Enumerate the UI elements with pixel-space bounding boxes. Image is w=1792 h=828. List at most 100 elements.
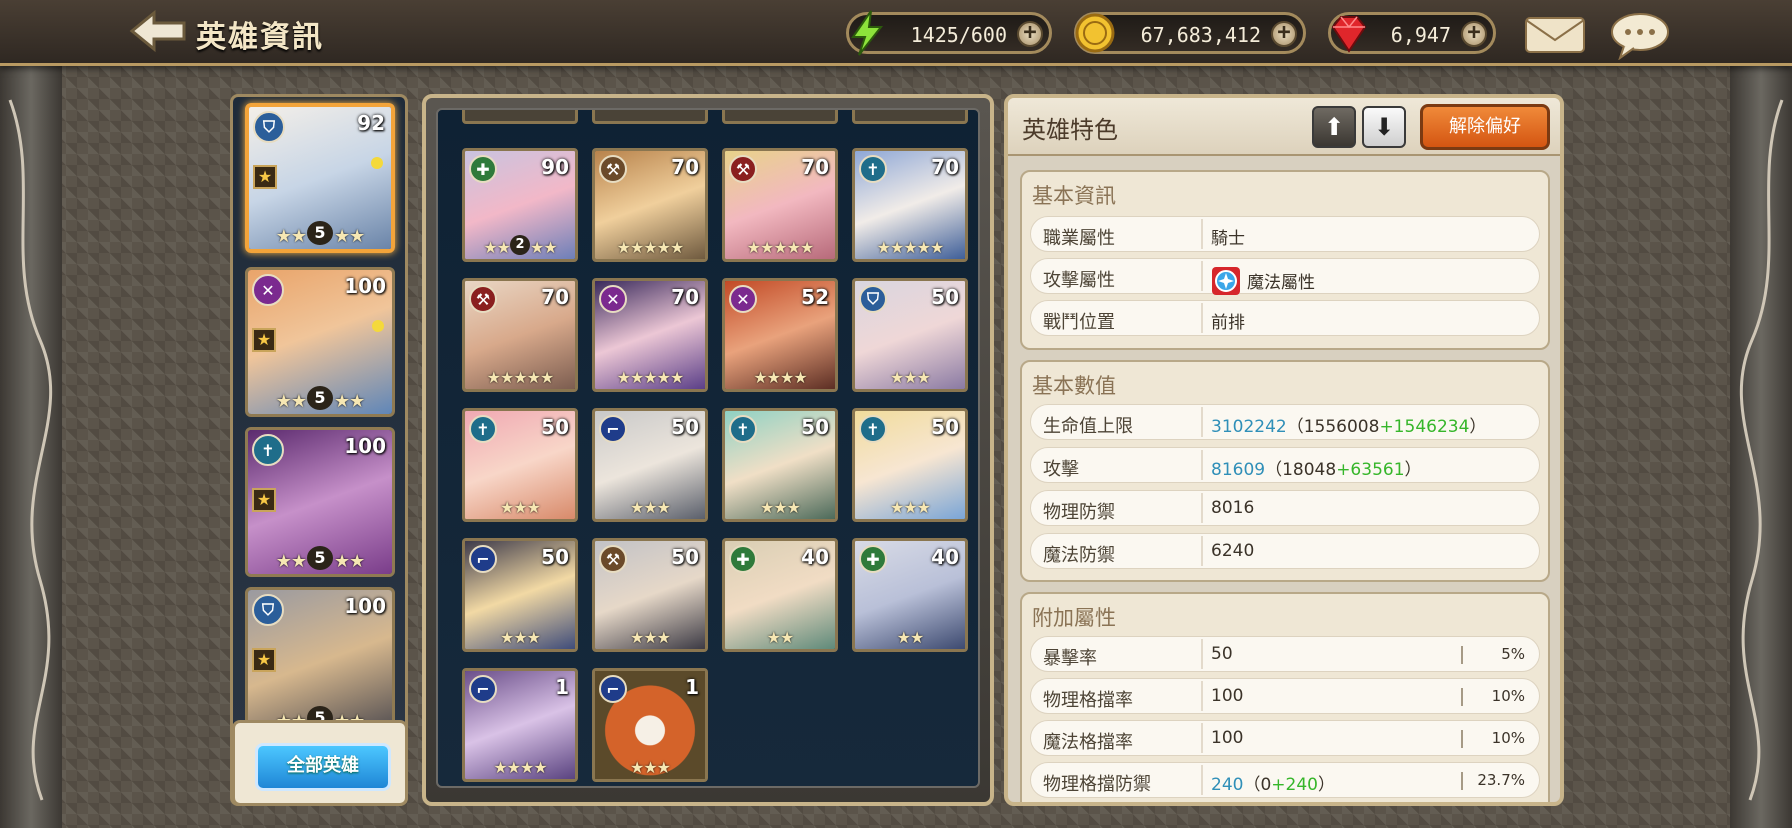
cross-icon: ✝ — [729, 415, 757, 443]
right-ornament — [1730, 60, 1792, 828]
magic-block-percent: 10% — [1491, 729, 1525, 747]
cross-icon: ✝ — [859, 415, 887, 443]
hero-level: 50 — [931, 285, 959, 309]
hero-card[interactable]: ✝ 50 ★★★ — [722, 408, 838, 522]
crit-row: 暴擊率 50 5% — [1030, 636, 1540, 672]
hero-card-partial — [592, 110, 708, 124]
move-up-button[interactable]: ⬆ — [1312, 106, 1356, 148]
hero-level: 100 — [344, 434, 386, 458]
gem-value: 6,947 — [1390, 23, 1451, 47]
position-row: 戰鬥位置 前排 — [1030, 300, 1540, 336]
hero-card[interactable]: ⌐ 1 ★★★ — [592, 668, 708, 782]
star-rating: ★★★★★ — [746, 238, 815, 257]
add-gem-button[interactable]: + — [1461, 21, 1487, 47]
hero-card[interactable]: ⚒ 70 ★★★★★ — [462, 278, 578, 392]
hero-card[interactable]: ⚒ 50 ★★★ — [592, 538, 708, 652]
all-heroes-panel: 全部英雄 — [232, 720, 408, 806]
shield-icon: ⛉ — [252, 594, 284, 626]
hero-card[interactable]: ⚒ 70 ★★★★★ — [722, 148, 838, 262]
divider — [1201, 765, 1203, 795]
hero-grade: 2 — [510, 235, 530, 255]
add-stamina-button[interactable]: + — [1017, 21, 1043, 47]
chat-button[interactable] — [1608, 10, 1672, 61]
magic-defense-value: 6240 — [1211, 541, 1255, 561]
crossed-swords-icon: ✕ — [252, 274, 284, 306]
hero-card[interactable]: ✝ 70 ★★★★★ — [852, 148, 968, 262]
section-title: 附加屬性 — [1032, 606, 1116, 630]
class-row: 職業屬性 騎士 — [1030, 216, 1540, 252]
crit-label: 暴擊率 — [1043, 648, 1097, 669]
notification-dot — [372, 320, 384, 332]
leaf-icon: ✚ — [469, 155, 497, 183]
lightning-icon — [851, 10, 884, 56]
attack-type-label: 攻擊屬性 — [1043, 270, 1115, 291]
hero-card[interactable]: ✝ 50 ★★★ — [462, 408, 578, 522]
physical-block-percent: 10% — [1491, 687, 1525, 705]
divider — [1201, 493, 1203, 523]
magic-defense-row: 魔法防禦 6240 — [1030, 533, 1540, 569]
hero-grid-panel: ✚ 90 ★★★★ 2 ⚒ 70 ★★★★★ ⚒ 70 ★★★★★ ✝ 70 — [422, 94, 994, 806]
team-hero-card[interactable]: ✝ 100 ★ ★★ ★★ 5 — [245, 427, 395, 577]
divider — [1461, 646, 1463, 664]
hero-card[interactable]: ✝ 50 ★★★ — [852, 408, 968, 522]
team-hero-card[interactable]: ⛉ 100 ★ ★★★★ 5 — [245, 587, 395, 737]
hero-level: 70 — [931, 155, 959, 179]
detail-header: 英雄特色 ⬆ ⬇ 解除偏好 — [1008, 98, 1560, 156]
move-down-button[interactable]: ⬇ — [1362, 106, 1406, 148]
hero-card[interactable]: ⚒ 70 ★★★★★ — [592, 148, 708, 262]
hero-card[interactable]: ✚ 40 ★★ — [722, 538, 838, 652]
attack-close: ） — [1404, 460, 1422, 480]
back-arrow-icon — [129, 9, 186, 53]
star-rating: ★★★★ — [493, 758, 547, 777]
hero-card[interactable]: ✚ 90 ★★ ★★ 2 — [462, 148, 578, 262]
hero-card[interactable]: ✕ 52 ★★★★ — [722, 278, 838, 392]
attack-total: 81609 — [1211, 460, 1266, 480]
gun-icon: ⌐ — [469, 675, 497, 703]
physical-block-defense-label: 物理格擋防禦 — [1043, 774, 1151, 795]
position-value: 前排 — [1211, 313, 1245, 333]
physical-block-defense-close: ） — [1317, 775, 1335, 795]
hero-card[interactable]: ⌐ 1 ★★★★ — [462, 668, 578, 782]
add-gold-button[interactable]: + — [1271, 21, 1297, 47]
favorite-star-icon: ★ — [252, 648, 276, 672]
hero-card[interactable]: ✚ 40 ★★ — [852, 538, 968, 652]
coin-icon — [1075, 13, 1115, 53]
cross-icon: ✝ — [859, 155, 887, 183]
star-rating: ★★★ — [889, 498, 931, 517]
leaf-icon: ✚ — [859, 545, 887, 573]
hero-detail-panel: 英雄特色 ⬆ ⬇ 解除偏好 基本資訊 職業屬性 騎士 攻擊屬性 魔法屬性 戰鬥位… — [1004, 94, 1564, 806]
mail-button[interactable] — [1522, 12, 1588, 58]
hero-card[interactable]: ✕ 70 ★★★★★ — [592, 278, 708, 392]
physical-block-defense-bonus: +240 — [1271, 775, 1318, 795]
hp-total: 3102242 — [1211, 417, 1287, 437]
hero-level: 50 — [541, 415, 569, 439]
team-hero-card[interactable]: ✕ 100 ★ ★★ ★★ 5 — [245, 267, 395, 417]
star-rating: ★★ — [766, 628, 795, 647]
favorite-star-icon: ★ — [252, 488, 276, 512]
hero-level: 50 — [931, 415, 959, 439]
hp-bonus: +1546234 — [1379, 417, 1470, 437]
hero-level: 100 — [344, 594, 386, 618]
hero-card[interactable]: ⌐ 50 ★★★ — [462, 538, 578, 652]
divider — [1201, 261, 1203, 291]
hero-grid[interactable]: ✚ 90 ★★★★ 2 ⚒ 70 ★★★★★ ⚒ 70 ★★★★★ ✝ 70 — [436, 108, 980, 788]
back-button[interactable] — [126, 8, 192, 54]
divider — [1201, 303, 1203, 333]
physical-block-defense-value: 240（0+240） — [1211, 770, 1335, 795]
hero-level: 52 — [801, 285, 829, 309]
hero-card[interactable]: ⛉ 50 ★★★ — [852, 278, 968, 392]
gun-icon: ⌐ — [599, 415, 627, 443]
star-rating: ★★★★★ — [616, 368, 685, 387]
unfavorite-button[interactable]: 解除偏好 — [1420, 104, 1550, 150]
hero-level: 1 — [685, 675, 699, 699]
hero-level: 40 — [931, 545, 959, 569]
star-rating: ★★★★★ — [876, 238, 945, 257]
hero-card[interactable]: ⌐ 50 ★★★ — [592, 408, 708, 522]
all-heroes-button[interactable]: 全部英雄 — [255, 743, 391, 791]
hero-level: 50 — [541, 545, 569, 569]
hero-level: 70 — [671, 285, 699, 309]
team-hero-card[interactable]: ⛉ 92 ★ ★★ ★★ 5 — [245, 103, 395, 253]
hero-level: 70 — [801, 155, 829, 179]
physical-defense-label: 物理防禦 — [1043, 502, 1115, 523]
divider — [1461, 688, 1463, 706]
